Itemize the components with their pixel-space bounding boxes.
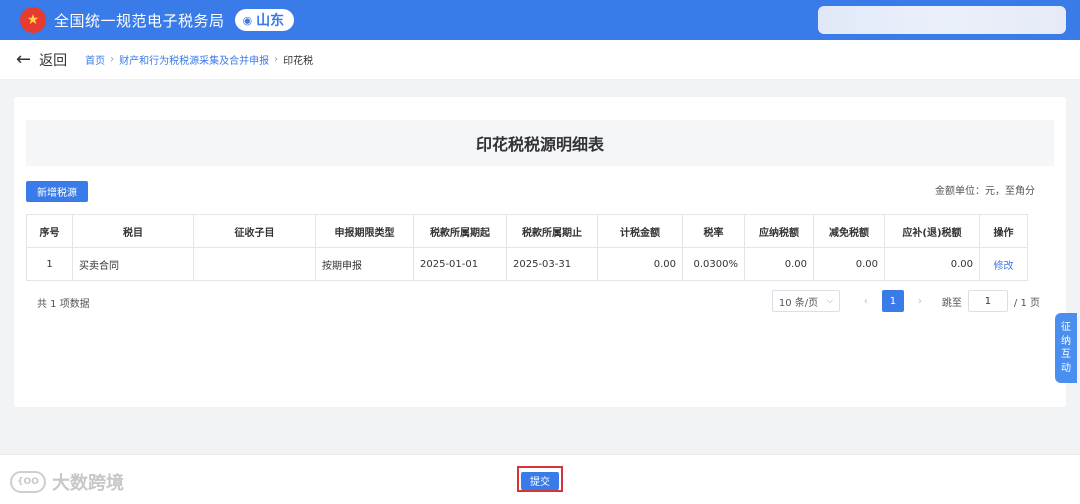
- col-header-period-end: 税款所属期止: [506, 214, 598, 248]
- col-header-tax-due: 应补(退)税额: [884, 214, 980, 248]
- col-header-taxable-amount: 计税金额: [597, 214, 683, 248]
- total-count: 共 1 项数据: [37, 299, 90, 310]
- region-label: 山东: [256, 13, 285, 29]
- submit-highlight-frame: 提交: [517, 466, 563, 492]
- cell-index: 1: [26, 247, 73, 281]
- cell-tax-due: 0.00: [884, 247, 980, 281]
- breadcrumb-bar: ← 返回 首页 › 财产和行为税税源采集及合并申报 › 印花税: [0, 40, 1080, 80]
- next-page-icon[interactable]: ›: [910, 296, 930, 307]
- col-header-index: 序号: [26, 214, 73, 248]
- breadcrumb-current: 印花税: [283, 56, 314, 67]
- cell-tax-payable: 0.00: [744, 247, 814, 281]
- site-title: 全国统一规范电子税务局: [54, 11, 225, 30]
- breadcrumb-home[interactable]: 首页: [85, 52, 105, 67]
- chevron-down-icon: ⌵: [826, 296, 833, 305]
- col-header-actions: 操作: [979, 214, 1028, 248]
- watermark: {OO 大数跨境: [10, 469, 124, 495]
- col-header-tax-item: 税目: [72, 214, 194, 248]
- amount-unit-note: 金额单位：元，至角分: [935, 186, 1035, 197]
- page-number-current[interactable]: 1: [881, 290, 904, 312]
- breadcrumb-separator: ›: [274, 54, 279, 65]
- page-title: 印花税税源明细表: [475, 135, 604, 154]
- col-header-tax-rate: 税率: [682, 214, 745, 248]
- col-header-period-type: 申报期限类型: [315, 214, 414, 248]
- table-header-row: 序号 税目 征收子目 申报期限类型 税款所属期起 税款所属期止 计税金额 税率 …: [26, 214, 1028, 248]
- breadcrumb-separator: ›: [110, 54, 115, 65]
- cell-sub-item: [193, 247, 316, 281]
- cell-period-start: 2025-01-01: [413, 247, 507, 281]
- col-header-sub-item: 征收子目: [193, 214, 316, 248]
- page-size-select[interactable]: 10 条/页 ⌵: [771, 290, 840, 312]
- title-band: 印花税税源明细表: [26, 120, 1054, 166]
- user-info-area[interactable]: [818, 6, 1066, 34]
- watermark-text: 大数跨境: [52, 473, 124, 494]
- col-header-tax-payable: 应纳税额: [744, 214, 814, 248]
- edit-link[interactable]: 修改: [979, 247, 1028, 281]
- arrow-left-icon: ←: [16, 48, 32, 70]
- side-tab-char: 纳: [1061, 335, 1071, 347]
- cell-tax-rate: 0.0300%: [682, 247, 745, 281]
- cell-tax-item: 买卖合同: [72, 247, 194, 281]
- col-header-period-start: 税款所属期起: [413, 214, 507, 248]
- jump-label: 跳至: [941, 297, 962, 309]
- cell-taxable-amount: 0.00: [597, 247, 683, 281]
- tax-bureau-emblem-icon: ★: [20, 7, 46, 33]
- page-jump: 跳至 / 1 页: [942, 290, 1040, 312]
- side-tab-char: 征: [1061, 322, 1071, 333]
- back-button[interactable]: ← 返回: [16, 50, 67, 70]
- add-tax-source-button[interactable]: 新增税源: [26, 181, 88, 202]
- footer-bar: {OO 大数跨境 提交: [0, 454, 1080, 504]
- side-tab-char: 互: [1061, 349, 1071, 360]
- total-pages-label: / 1 页: [1013, 297, 1040, 309]
- main-card: 印花税税源明细表 新增税源 金额单位：元，至角分 序号 税目 征收子目 申报期限…: [14, 97, 1066, 407]
- prev-page-icon[interactable]: ‹: [856, 296, 876, 307]
- cell-tax-relief: 0.00: [813, 247, 885, 281]
- jump-page-input[interactable]: [967, 290, 1008, 312]
- cell-period-type: 按期申报: [315, 247, 414, 281]
- pagination: 10 条/页 ⌵ ‹ 1 › 跳至 / 1 页: [771, 290, 1040, 312]
- breadcrumb: 首页 › 财产和行为税税源采集及合并申报 › 印花税: [85, 52, 313, 67]
- region-selector[interactable]: ◉ 山东: [234, 9, 295, 31]
- top-header: ★ 全国统一规范电子税务局 ◉ 山东: [0, 0, 1080, 40]
- watermark-logo-icon: {OO: [10, 471, 46, 493]
- breadcrumb-property-tax[interactable]: 财产和行为税税源采集及合并申报: [119, 52, 269, 67]
- page-size-value: 10 条/页: [778, 297, 819, 309]
- cell-period-end: 2025-03-31: [506, 247, 598, 281]
- submit-button[interactable]: 提交: [521, 471, 559, 490]
- table-row: 1 买卖合同 按期申报 2025-01-01 2025-03-31 0.00 0…: [26, 247, 1028, 281]
- tax-interaction-side-tab[interactable]: 征 纳 互 动: [1055, 313, 1077, 383]
- side-tab-char: 动: [1061, 362, 1071, 374]
- tax-source-table: 序号 税目 征收子目 申报期限类型 税款所属期起 税款所属期止 计税金额 税率 …: [26, 214, 1028, 281]
- back-label: 返回: [39, 52, 68, 69]
- location-pin-icon: ◉: [242, 13, 253, 27]
- col-header-tax-relief: 减免税额: [813, 214, 885, 248]
